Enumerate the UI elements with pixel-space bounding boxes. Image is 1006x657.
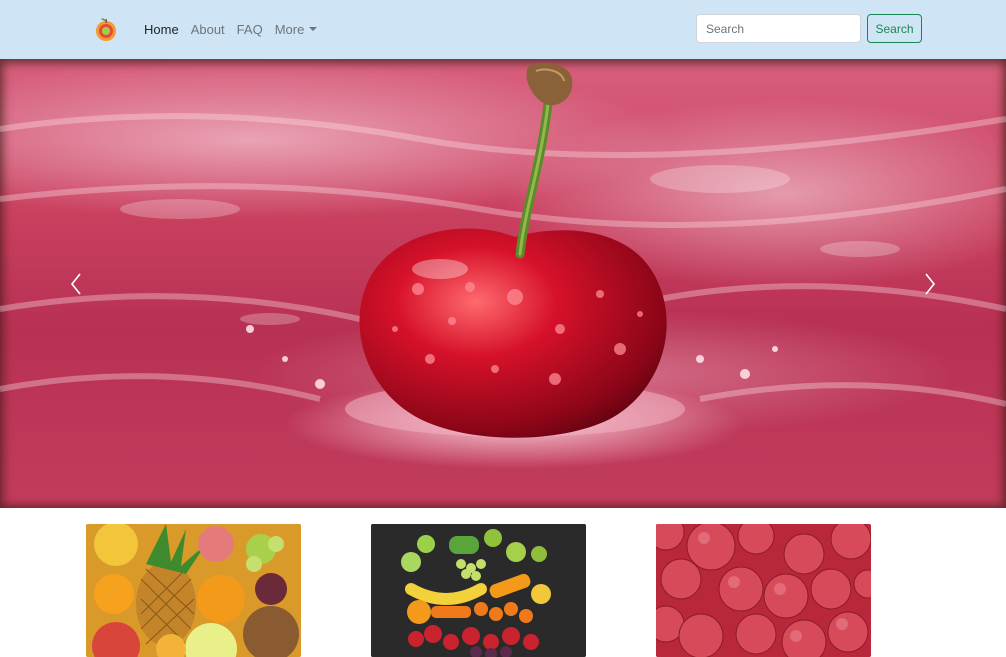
carousel-prev-button[interactable] <box>56 259 96 309</box>
pomegranates-image <box>656 524 871 657</box>
carousel-next-button[interactable] <box>910 259 950 309</box>
search-input[interactable] <box>696 14 861 43</box>
chevron-right-icon <box>925 273 936 295</box>
card-image-mixed-fruit[interactable] <box>86 524 301 657</box>
fruit-vegetable-rainbow-image <box>371 524 586 657</box>
mixed-fruit-pineapple-image <box>86 524 301 657</box>
caret-down-icon <box>309 27 318 31</box>
fruit-logo-icon[interactable] <box>94 16 118 42</box>
nav-link-home[interactable]: Home <box>144 22 179 38</box>
nav-link-more-label: More <box>274 22 305 37</box>
nav-link-faq[interactable]: FAQ <box>237 22 263 38</box>
card-image-pomegranates[interactable] <box>656 524 871 657</box>
card-image-fruit-vegetable[interactable] <box>371 524 586 657</box>
chevron-left-icon <box>70 273 81 295</box>
main-nav: Home About FAQ More <box>144 22 329 38</box>
navbar: Home About FAQ More Search <box>0 0 1006 59</box>
nav-dropdown-more[interactable]: More <box>275 22 318 38</box>
search-button[interactable]: Search <box>867 14 922 43</box>
nav-link-about[interactable]: About <box>191 22 225 38</box>
hero-carousel <box>0 59 1006 508</box>
cherry-splash-image <box>0 63 1006 469</box>
